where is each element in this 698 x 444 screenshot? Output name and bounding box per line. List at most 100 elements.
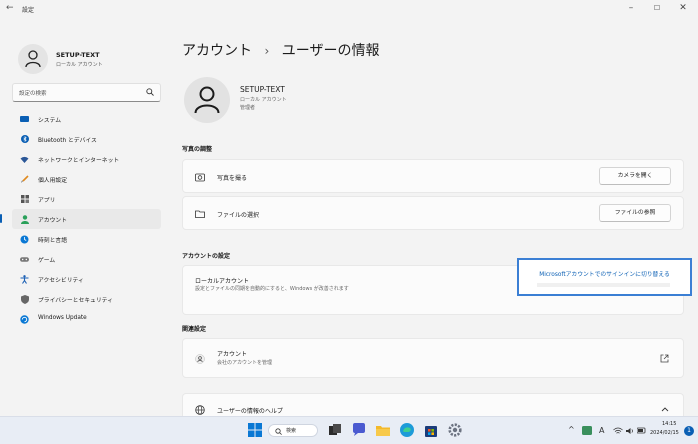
search-icon xyxy=(146,88,154,96)
monitor-icon xyxy=(20,115,29,123)
apps-icon xyxy=(20,195,29,203)
browse-files-button[interactable]: ファイルの参照 xyxy=(599,204,671,222)
tray-overflow-chevron[interactable]: ^ xyxy=(568,425,575,434)
related-account-label: アカウント xyxy=(217,351,248,358)
user-role: 管理者 xyxy=(240,105,256,111)
clock-time[interactable]: 14:15 xyxy=(662,421,676,427)
microsoft-signin-highlight: Microsoftアカウントでのサインインに切り替える xyxy=(517,258,692,296)
input-language-indicator[interactable]: A xyxy=(599,426,604,435)
person-icon xyxy=(25,50,41,68)
take-photo-card: 写真を撮る カメラを開く xyxy=(182,159,684,193)
sidebar-item-privacy[interactable]: プライバシーとセキュリティ xyxy=(12,289,161,309)
sidebar-item-apps[interactable]: アプリ xyxy=(12,189,161,209)
window-title: 設定 xyxy=(22,7,35,14)
sidebar-item-label: 個人用設定 xyxy=(38,178,67,184)
volume-icon[interactable] xyxy=(626,427,634,435)
choose-file-card: ファイルの選択 ファイルの参照 xyxy=(182,196,684,230)
taskbar-search-text: 検索 xyxy=(286,428,297,434)
person-icon xyxy=(194,86,220,114)
file-explorer-icon[interactable] xyxy=(376,423,390,437)
shield-icon xyxy=(20,294,29,304)
local-account-description: 設定とファイルの同期を自動的にすると、Windows が改善されます xyxy=(195,286,349,292)
task-view-icon[interactable] xyxy=(328,423,342,437)
related-account-card[interactable]: アカウント 会社のアカウントを管理 xyxy=(182,338,684,378)
active-indicator xyxy=(0,214,2,223)
sidebar-item-accounts[interactable]: アカウント xyxy=(0,209,161,229)
sidebar-item-personalization[interactable]: 個人用設定 xyxy=(12,169,161,189)
sidebar-item-label: アクセシビリティ xyxy=(38,278,84,284)
user-avatar xyxy=(184,77,230,123)
profile-account-type: ローカル アカウント xyxy=(56,62,103,68)
divider xyxy=(537,283,670,287)
minimize-button[interactable]: – xyxy=(624,3,638,13)
bluetooth-icon xyxy=(20,135,29,143)
sidebar-item-system[interactable]: システム xyxy=(12,109,161,129)
edge-browser-icon[interactable] xyxy=(400,423,414,437)
user-account-type: ローカル アカウント xyxy=(240,97,287,103)
brush-icon xyxy=(20,174,29,183)
notification-badge[interactable]: 1 xyxy=(684,426,694,436)
globe-clock-icon xyxy=(20,235,29,243)
open-external-icon[interactable] xyxy=(660,354,669,363)
sidebar-item-label: ゲーム xyxy=(38,258,56,264)
close-button[interactable]: ✕ xyxy=(676,3,690,13)
switch-to-microsoft-account-link[interactable]: Microsoftアカウントでのサインインに切り替える xyxy=(519,269,690,278)
breadcrumb-parent[interactable]: アカウント xyxy=(182,43,252,59)
user-name: SETUP-TEXT xyxy=(240,85,285,94)
chevron-up-icon[interactable] xyxy=(661,407,669,412)
breadcrumb-separator: › xyxy=(264,44,270,58)
sidebar-item-network[interactable]: ネットワークとインターネット xyxy=(12,149,161,169)
settings-window: ← 設定 – ☐ ✕ SETUP-TEXT ローカル アカウント 設定の検索 シ… xyxy=(0,0,698,423)
sidebar-item-label: アカウント xyxy=(38,218,67,224)
taskbar: 検索 ^ A 14:15 2024/02/15 1 xyxy=(0,416,698,444)
sidebar-item-label: プライバシーとセキュリティ xyxy=(38,298,113,304)
wifi-icon xyxy=(20,155,29,163)
sidebar-item-bluetooth[interactable]: Bluetooth とデバイス xyxy=(12,129,161,149)
search-icon xyxy=(275,428,282,435)
sidebar-item-label: ネットワークとインターネット xyxy=(38,158,120,164)
battery-icon[interactable] xyxy=(637,427,646,434)
taskbar-search[interactable]: 検索 xyxy=(268,424,318,437)
settings-gear-icon[interactable] xyxy=(448,423,462,437)
sidebar-profile[interactable]: SETUP-TEXT ローカル アカウント xyxy=(18,44,168,80)
account-settings-heading: アカウントの設定 xyxy=(182,253,231,260)
choose-file-label: ファイルの選択 xyxy=(217,212,260,219)
accessibility-icon xyxy=(20,274,29,284)
sidebar-item-windows-update[interactable]: Windows Update xyxy=(12,309,161,329)
sidebar-item-gaming[interactable]: ゲーム xyxy=(12,249,161,269)
sidebar-item-label: システム xyxy=(38,118,62,124)
globe-icon xyxy=(195,405,205,415)
related-account-description: 会社のアカウントを管理 xyxy=(217,360,273,366)
sidebar-item-label: Bluetooth とデバイス xyxy=(38,138,97,144)
sidebar-item-label: 時刻と言語 xyxy=(38,238,67,244)
sidebar-item-label: Windows Update xyxy=(38,315,87,321)
windows-start-icon[interactable] xyxy=(248,423,262,437)
avatar xyxy=(18,44,48,74)
clock-date[interactable]: 2024/02/15 xyxy=(650,430,679,436)
store-icon[interactable] xyxy=(424,423,438,437)
related-settings-heading: 関連設定 xyxy=(182,326,207,333)
photo-section-heading: 写真の調整 xyxy=(182,146,213,153)
folder-icon xyxy=(195,210,205,218)
title-bar: ← 設定 – ☐ ✕ xyxy=(0,0,698,22)
sidebar-item-accessibility[interactable]: アクセシビリティ xyxy=(12,269,161,289)
app-tray-icon[interactable] xyxy=(582,426,592,435)
update-icon xyxy=(20,314,29,324)
search-placeholder: 設定の検索 xyxy=(19,91,47,97)
help-label: ユーザーの情報のヘルプ xyxy=(217,408,283,415)
maximize-button[interactable]: ☐ xyxy=(650,4,664,12)
page-title: アカウント › ユーザーの情報 xyxy=(182,40,379,60)
gamepad-icon xyxy=(20,255,29,263)
breadcrumb-current: ユーザーの情報 xyxy=(281,43,380,59)
search-input[interactable]: 設定の検索 xyxy=(12,83,161,102)
chat-icon[interactable] xyxy=(352,423,366,437)
camera-icon xyxy=(195,173,205,182)
open-camera-button[interactable]: カメラを開く xyxy=(599,167,671,185)
account-icon xyxy=(195,354,205,364)
back-button[interactable]: ← xyxy=(6,3,14,13)
take-photo-label: 写真を撮る xyxy=(217,175,248,182)
sidebar-item-time-language[interactable]: 時刻と言語 xyxy=(12,229,161,249)
wifi-icon[interactable] xyxy=(613,427,623,435)
profile-name: SETUP-TEXT xyxy=(56,51,100,59)
nav-list: システム Bluetooth とデバイス ネットワークとインターネット 個人用設… xyxy=(0,109,161,329)
